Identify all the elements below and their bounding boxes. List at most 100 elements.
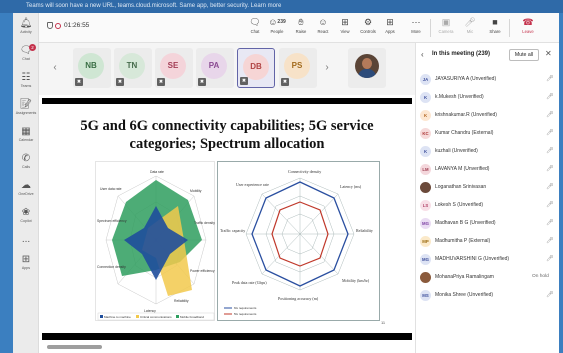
- participant-row[interactable]: MG Madhavan B G (Unverified) 🎤︎: [416, 215, 559, 232]
- strip-next-button[interactable]: ›: [321, 57, 333, 79]
- share-icon: ■: [492, 17, 498, 27]
- rail-calendar[interactable]: ▦ Calendar: [13, 123, 39, 149]
- apps-button[interactable]: ⊞ Apps: [379, 16, 401, 35]
- meeting-toolbar: 01:26:55 🗨︎ Chat ☺239 People ✋︎ Raise ☺ …: [39, 13, 559, 43]
- chat-icon: 🗨︎: [249, 17, 261, 27]
- avatar: LS: [420, 200, 431, 211]
- avatar: MS: [420, 290, 431, 301]
- mic-off-icon: 🎤︎: [546, 292, 554, 298]
- teams-icon: ☷: [21, 72, 31, 83]
- slide-border-top: [42, 98, 412, 104]
- view-button[interactable]: ⊞ View: [334, 16, 356, 35]
- avatar: K: [420, 110, 431, 121]
- meeting-timer: 01:26:55: [47, 22, 89, 29]
- participant-tile[interactable]: PS ✖: [279, 48, 317, 88]
- phone-icon: ✆: [21, 153, 31, 164]
- participant-row[interactable]: KC Kumar Chandru (External) 🎤︎: [416, 125, 559, 142]
- rail-chat[interactable]: 🗨︎ 2 Chat: [13, 42, 39, 68]
- app-rail: 🔔︎ Activity 🗨︎ 2 Chat ☷ Teams 📝︎ Assignm…: [13, 13, 39, 353]
- label-latency-ms: Latency (ms): [340, 184, 362, 189]
- more-icon: ...: [21, 234, 31, 245]
- avatar-photo: [420, 182, 431, 193]
- participant-row[interactable]: LM LAVANYA M (Unverified) 🎤︎: [416, 161, 559, 178]
- mic-muted-icon: ✖: [75, 78, 83, 86]
- controls-button[interactable]: ⚙︎ Controls: [357, 16, 379, 35]
- label-peak-rate: Peak data rate (Gbps): [232, 280, 267, 285]
- participant-row[interactable]: K kuzhali (Unverified) 🎤︎: [416, 143, 559, 160]
- participant-row[interactable]: JA JAYASURIYA A (Unverified) 🎤︎: [416, 71, 559, 88]
- mic-off-icon: 🎤︎: [546, 94, 554, 100]
- mic-off-icon: 🎤︎: [464, 17, 476, 27]
- label-data-rate: Data rate: [150, 170, 164, 174]
- rail-activity[interactable]: 🔔︎ Activity: [13, 15, 39, 41]
- rail-teams[interactable]: ☷ Teams: [13, 69, 39, 95]
- shield-icon: [47, 22, 53, 29]
- share-button[interactable]: ■ Share: [484, 16, 506, 35]
- participant-tile[interactable]: TN ✖: [114, 48, 152, 88]
- label-user-rate: User data rate: [100, 187, 122, 191]
- legend-critical: Critical communications: [140, 315, 172, 319]
- label-traffic: Traffic density: [194, 221, 215, 225]
- legend-m2m: Machine to machine: [104, 315, 131, 319]
- rail-assignments[interactable]: 📝︎ Assignments: [13, 96, 39, 122]
- toolbar-divider: [509, 19, 510, 37]
- participant-row[interactable]: MohanaPriya Ramalingam On hold: [416, 269, 559, 286]
- rail-apps[interactable]: ⊞ Apps: [13, 251, 39, 277]
- presenter-tile[interactable]: [348, 48, 386, 88]
- participant-row[interactable]: LS Lokesh S (Unverified) 🎤︎: [416, 197, 559, 214]
- mic-off-icon: 🎤︎: [546, 112, 554, 118]
- chat-button[interactable]: 🗨︎ Chat: [244, 16, 266, 35]
- participant-row[interactable]: MG MADHUVARSHINI G (Unverified) 🎤︎: [416, 251, 559, 268]
- participant-tile[interactable]: PA ✖: [196, 48, 234, 88]
- participant-tile-selected[interactable]: DB ✖: [237, 48, 275, 88]
- rail-onedrive[interactable]: ☁︎ OneDrive: [13, 177, 39, 203]
- leave-button[interactable]: ☎︎ Leave: [517, 16, 539, 35]
- screen: Teams will soon have a new URL, teams.cl…: [0, 0, 563, 353]
- participant-row[interactable]: Loganathan Srinivasan 🎤︎: [416, 179, 559, 196]
- rail-copilot[interactable]: ❀ Copilot: [13, 204, 39, 230]
- mic-off-icon: 🎤︎: [546, 166, 554, 172]
- camera-button[interactable]: ▣ Camera: [435, 16, 457, 35]
- mic-off-icon: 🎤︎: [546, 202, 554, 208]
- mic-off-icon: 🎤︎: [546, 220, 554, 226]
- chevron-left-icon: ‹: [53, 62, 57, 73]
- hang-up-icon: ☎︎: [522, 17, 534, 27]
- mic-muted-icon: ✖: [116, 78, 124, 86]
- avatar: JA: [420, 74, 431, 85]
- label-user-experience: User experience rate: [236, 182, 269, 187]
- panel-title: In this meeting (239): [432, 51, 491, 57]
- avatar: SE: [160, 53, 186, 79]
- mic-off-icon: 🎤︎: [546, 256, 554, 262]
- react-button[interactable]: ☺ React: [312, 16, 334, 35]
- label-positioning: Positioning accuracy (m): [278, 296, 319, 301]
- mic-button[interactable]: 🎤︎ Mic: [459, 16, 481, 35]
- mic-off-icon: 🎤︎: [546, 148, 554, 154]
- label-traffic-capacity: Traffic capacity: [220, 228, 245, 233]
- people-button[interactable]: ☺239 People: [266, 16, 288, 35]
- participant-row[interactable]: MP Madhumitha P (External) 🎤︎: [416, 233, 559, 250]
- legend-broadband: Mobile broadband: [180, 315, 204, 319]
- raise-hand-button[interactable]: ✋︎ Raise: [290, 16, 312, 35]
- mic-off-icon: 🎤︎: [546, 184, 554, 190]
- horizontal-scrollbar[interactable]: [47, 345, 102, 349]
- mic-muted-icon: ✖: [198, 78, 206, 86]
- more-button[interactable]: ⋯ More: [405, 16, 427, 35]
- label-mobility-kmh: Mobility (km/hr): [342, 278, 370, 283]
- avatar: MG: [420, 218, 431, 229]
- presenter-photo: [355, 54, 379, 78]
- chevron-left-icon[interactable]: ‹: [421, 50, 424, 59]
- close-icon[interactable]: ✕: [545, 49, 552, 58]
- participant-tile[interactable]: SE ✖: [155, 48, 193, 88]
- rail-calls[interactable]: ✆ Calls: [13, 150, 39, 176]
- participant-row[interactable]: K k.Mukesh (Unverified) 🎤︎: [416, 89, 559, 106]
- mute-all-button[interactable]: Mute all: [509, 49, 539, 61]
- label-mobility: Mobility: [190, 189, 202, 193]
- mic-muted-icon: ✖: [157, 78, 165, 86]
- participant-row[interactable]: MS Monika Shree (Unverified) 🎤︎: [416, 287, 559, 304]
- participant-row[interactable]: K krishnakumar.R (Unverified) 🎤︎: [416, 107, 559, 124]
- legend-5g: 5G requirements: [234, 312, 257, 316]
- strip-prev-button[interactable]: ‹: [49, 57, 61, 79]
- avatar: NB: [78, 53, 104, 79]
- avatar: KC: [420, 128, 431, 139]
- participant-tile[interactable]: NB ✖: [73, 48, 111, 88]
